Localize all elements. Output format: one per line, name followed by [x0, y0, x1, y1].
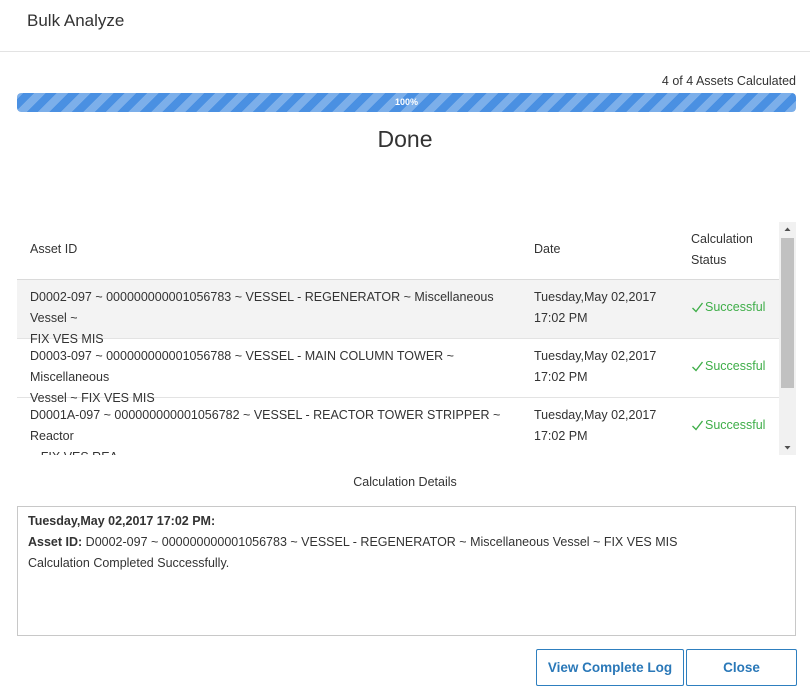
table-row[interactable]: D0003-097 ~ 000000000001056788 ~ VESSEL …: [17, 339, 779, 405]
scroll-up-arrow-icon[interactable]: [779, 222, 796, 237]
status-cell: Successful: [691, 297, 765, 318]
column-header-date: Date: [534, 242, 561, 256]
status-text: Successful: [705, 359, 766, 373]
details-asset-line: Asset ID: D0002-097 ~ 000000000001056783…: [28, 532, 785, 553]
calculation-details-box[interactable]: Tuesday,May 02,2017 17:02 PM: Asset ID: …: [17, 506, 796, 636]
dialog-title: Bulk Analyze: [27, 11, 125, 30]
status-text: Successful: [705, 418, 766, 432]
column-header-asset-id: Asset ID: [30, 242, 78, 256]
table-header: Asset ID Date Calculation Status: [17, 222, 779, 280]
asset-id-line1: D0003-097 ~ 000000000001056788 ~ VESSEL …: [30, 349, 454, 384]
column-header-status-line2: Status: [691, 253, 727, 267]
date-cell: Tuesday,May 02,2017 17:02 PM: [534, 405, 674, 447]
check-icon: [692, 361, 704, 372]
date-line2: 17:02 PM: [534, 311, 588, 325]
status-heading: Done: [377, 126, 433, 152]
results-table: Asset ID Date Calculation Status D0002-0…: [17, 222, 796, 455]
assets-calculated-text: 4 of 4 Assets Calculated: [661, 74, 796, 88]
date-cell: Tuesday,May 02,2017 17:02 PM: [534, 346, 674, 388]
asset-id-line1: D0002-097 ~ 000000000001056783 ~ VESSEL …: [30, 290, 494, 325]
scroll-thumb[interactable]: [781, 238, 794, 388]
asset-id-line1: D0001A-097 ~ 000000000001056782 ~ VESSEL…: [30, 408, 501, 443]
asset-id-cell: D0001A-097 ~ 000000000001056782 ~ VESSEL…: [30, 405, 520, 455]
asset-id-line2: ~ FIX VES REA: [30, 447, 520, 455]
scroll-down-arrow-icon[interactable]: [779, 440, 796, 455]
check-icon: [692, 302, 704, 313]
bulk-analyze-dialog: Bulk Analyze 4 of 4 Assets Calculated 10…: [0, 0, 810, 697]
details-timestamp: Tuesday,May 02,2017 17:02 PM:: [28, 514, 216, 528]
view-complete-log-button[interactable]: View Complete Log: [536, 649, 684, 686]
progress-bar: 100%: [17, 93, 796, 112]
column-header-calculation-status: Calculation Status: [691, 229, 771, 271]
details-asset-label: Asset ID:: [28, 535, 83, 549]
date-line2: 17:02 PM: [534, 370, 588, 384]
status-text: Successful: [705, 300, 766, 314]
table-scrollbar[interactable]: [779, 222, 796, 455]
date-line1: Tuesday,May 02,2017: [534, 349, 657, 363]
date-cell: Tuesday,May 02,2017 17:02 PM: [534, 287, 674, 329]
close-button[interactable]: Close: [686, 649, 797, 686]
dialog-header: Bulk Analyze: [0, 0, 810, 52]
date-line1: Tuesday,May 02,2017: [534, 290, 657, 304]
table-row[interactable]: D0002-097 ~ 000000000001056783 ~ VESSEL …: [17, 280, 779, 346]
progress-label: 100%: [394, 97, 419, 107]
date-line2: 17:02 PM: [534, 429, 588, 443]
check-icon: [692, 420, 704, 431]
details-result: Calculation Completed Successfully.: [28, 556, 230, 570]
calculation-details-heading: Calculation Details: [353, 475, 457, 489]
status-cell: Successful: [691, 356, 765, 377]
column-header-status-line1: Calculation: [691, 232, 753, 246]
table-row[interactable]: D0001A-097 ~ 000000000001056782 ~ VESSEL…: [17, 398, 779, 455]
date-line1: Tuesday,May 02,2017: [534, 408, 657, 422]
details-asset-value: D0002-097 ~ 000000000001056783 ~ VESSEL …: [85, 535, 678, 549]
status-cell: Successful: [691, 415, 765, 436]
